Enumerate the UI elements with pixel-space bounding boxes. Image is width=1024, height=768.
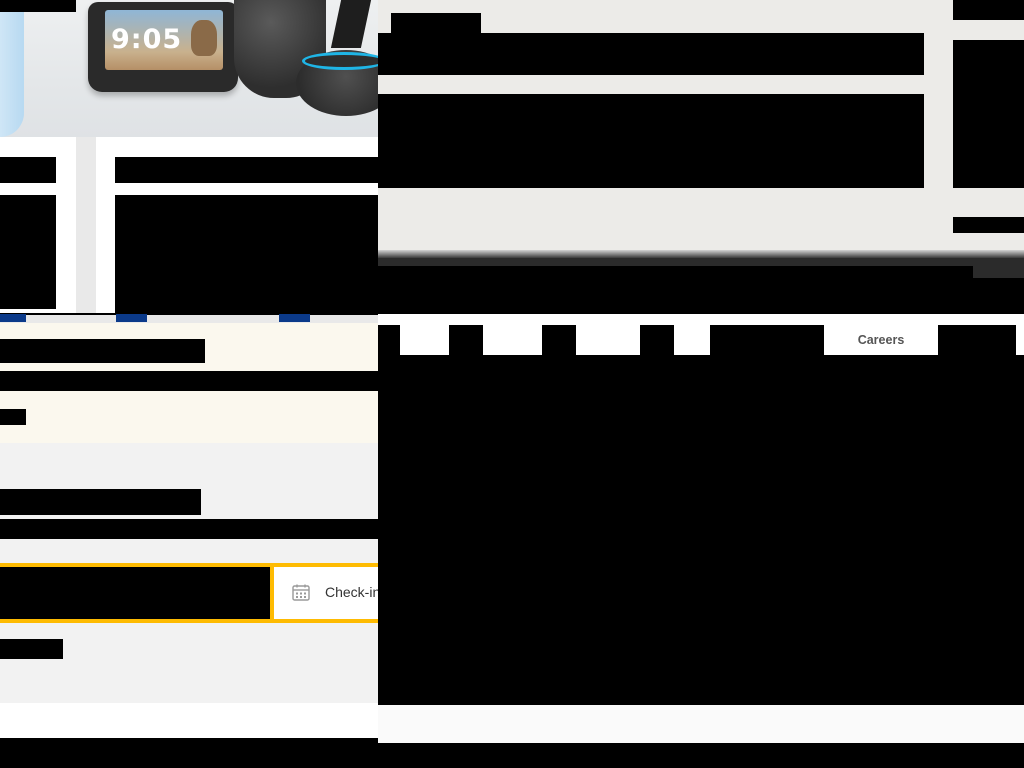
redacted-block	[0, 371, 378, 391]
redacted-block	[973, 258, 1024, 278]
device-stand-image	[330, 0, 372, 48]
redacted-block	[0, 313, 378, 315]
hero-accent-shape	[0, 0, 24, 137]
dark-strip	[378, 258, 1024, 278]
checkin-date-field[interactable]: Check-in	[274, 567, 378, 619]
redacted-block	[953, 0, 1024, 20]
redacted-block	[378, 94, 924, 188]
right-panel: Careers	[378, 0, 1024, 768]
redacted-block	[391, 13, 481, 35]
promo-card[interactable]	[0, 137, 76, 313]
calendar-icon	[292, 584, 310, 601]
redacted-block	[0, 409, 26, 425]
footer-strip	[378, 705, 1024, 743]
redacted-block	[378, 33, 924, 75]
redacted-block	[0, 157, 56, 183]
nav-link-careers[interactable]: Careers	[824, 325, 938, 355]
smart-display-image: 9:05	[88, 2, 238, 92]
tab-indicator[interactable]	[116, 314, 147, 322]
tab-indicator[interactable]	[0, 314, 26, 322]
left-panel: 9:05 Check-in	[0, 0, 378, 768]
redacted-block	[115, 195, 378, 313]
smart-display-screen: 9:05	[105, 10, 223, 70]
redacted-block	[0, 519, 378, 539]
footer-area	[0, 703, 378, 768]
nav-item[interactable]	[744, 325, 824, 355]
redacted-block	[953, 40, 1024, 188]
smart-dot-light-ring	[302, 52, 378, 70]
article-panel	[378, 0, 953, 250]
device-clock: 9:05	[111, 24, 183, 55]
nav-item[interactable]	[449, 325, 483, 355]
redacted-block	[953, 217, 1024, 233]
promo-cards	[0, 137, 378, 323]
promo-card[interactable]	[96, 137, 378, 313]
nav-item[interactable]	[542, 325, 576, 355]
divider	[378, 250, 1024, 258]
redacted-block	[115, 157, 378, 183]
footer-nav: Careers	[378, 314, 1024, 355]
destination-field[interactable]	[0, 567, 270, 619]
redacted-block	[0, 339, 205, 363]
nav-item[interactable]	[378, 325, 400, 355]
hero-banner[interactable]: 9:05	[0, 0, 378, 137]
redacted-block	[0, 0, 76, 12]
redacted-block	[0, 195, 56, 309]
side-panel	[953, 0, 1024, 250]
notice-banner	[0, 323, 378, 443]
tab-indicator[interactable]	[279, 314, 310, 322]
redacted-block	[0, 738, 378, 768]
nav-item[interactable]	[938, 325, 1016, 355]
checkin-label: Check-in	[325, 584, 378, 600]
nav-item[interactable]	[710, 325, 744, 355]
redacted-block	[0, 639, 63, 659]
dog-photo	[191, 20, 217, 56]
redacted-block	[0, 489, 201, 515]
nav-item[interactable]	[640, 325, 674, 355]
